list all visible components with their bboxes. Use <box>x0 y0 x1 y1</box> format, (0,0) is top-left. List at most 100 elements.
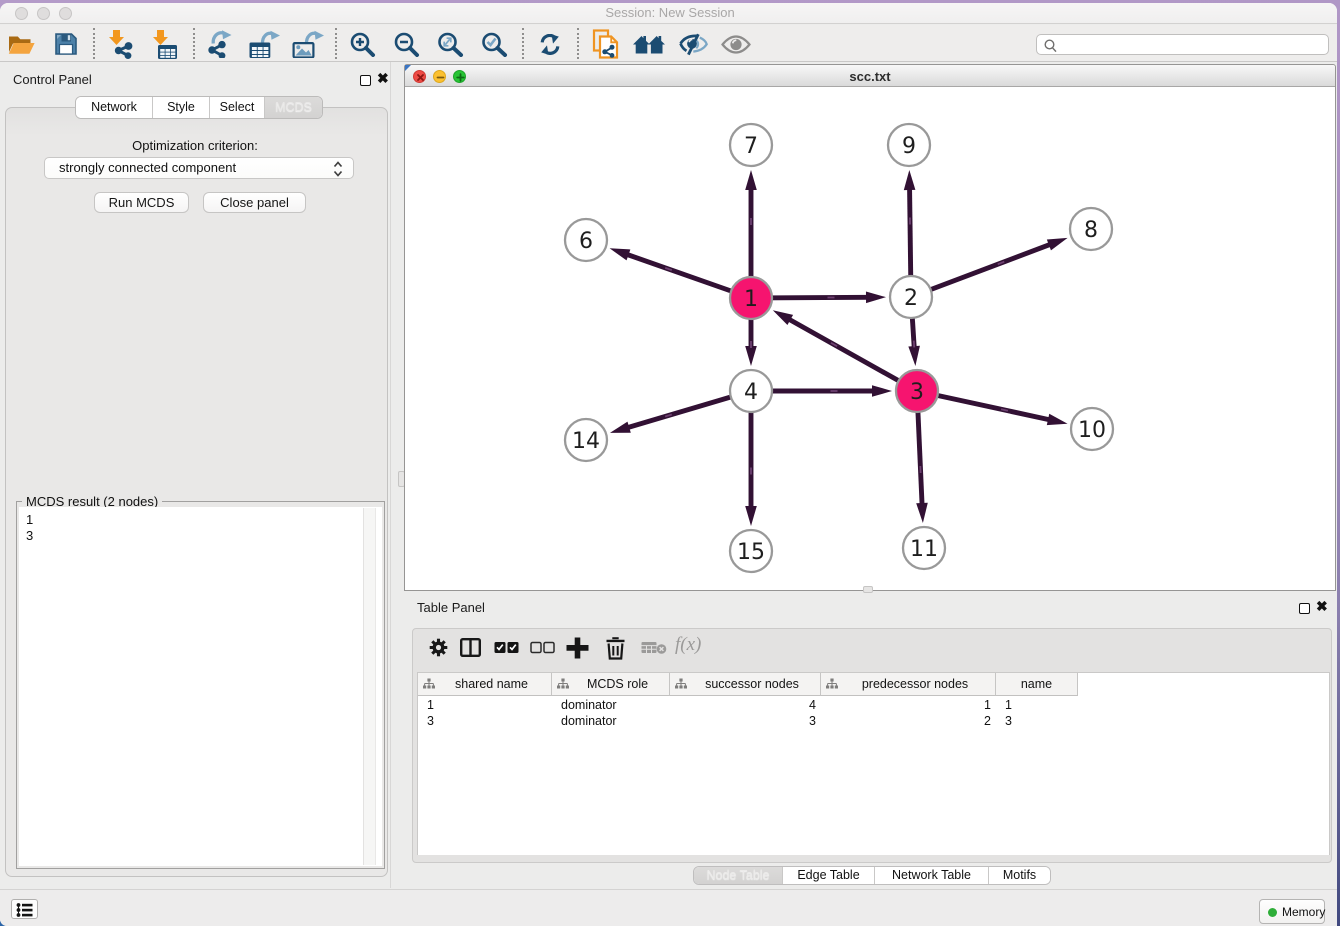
control-panel-title: Control Panel <box>13 72 92 87</box>
dropdown-chevrons-icon <box>333 161 343 177</box>
graph-node-label: 4 <box>744 380 758 405</box>
table-cell: 3 <box>1005 714 1012 728</box>
memory-status-dot <box>1268 908 1277 917</box>
graph-arrowhead <box>610 422 631 433</box>
graph-arrowhead <box>872 385 892 397</box>
graph-arrowhead <box>916 503 928 523</box>
tab-network[interactable]: Network <box>76 97 153 118</box>
optimization-criterion-label: Optimization criterion: <box>0 138 390 153</box>
table-panel: Table Panel ✖ <box>406 596 1337 888</box>
column-header-successor-nodes[interactable]: successor nodes <box>670 673 821 696</box>
first-neighbors-icon[interactable] <box>633 33 665 55</box>
function-builder-icon[interactable]: f(x) <box>675 634 711 658</box>
save-session-icon[interactable] <box>54 32 78 56</box>
tab-node-table[interactable]: Node Table <box>694 867 783 884</box>
close-table-panel-icon[interactable]: ✖ <box>1316 601 1328 612</box>
table-cell: 4 <box>670 698 816 712</box>
refresh-icon[interactable] <box>540 34 560 55</box>
tab-edge-table[interactable]: Edge Table <box>783 867 875 884</box>
desktop-background: Session: New Session <box>0 0 1340 926</box>
close-panel-button[interactable]: Close panel <box>203 192 306 213</box>
delete-column-icon[interactable] <box>641 641 667 654</box>
zoom-out-icon[interactable] <box>394 32 420 57</box>
graph-node-label: 8 <box>1084 218 1098 243</box>
column-header-MCDS-role[interactable]: MCDS role <box>552 673 670 696</box>
run-mcds-button[interactable]: Run MCDS <box>94 192 189 213</box>
zoom-selected-icon[interactable] <box>481 32 508 57</box>
tab-select[interactable]: Select <box>210 97 265 118</box>
graph-arrowhead <box>773 310 793 325</box>
add-icon[interactable] <box>565 636 590 660</box>
mcds-result-text[interactable]: 13 <box>19 507 382 866</box>
graph-node-label: 9 <box>902 134 916 159</box>
graph-arrowhead <box>610 248 631 260</box>
tab-motifs[interactable]: Motifs <box>989 867 1050 884</box>
table-container: f(x) shared nameMCDS rolesuccessor nodes… <box>412 628 1332 863</box>
column-header-shared-name[interactable]: shared name <box>418 673 552 696</box>
close-panel-icon[interactable]: ✖ <box>377 73 389 84</box>
export-network-icon[interactable] <box>207 30 233 58</box>
float-panel-icon[interactable] <box>360 73 371 91</box>
zoom-in-icon[interactable] <box>350 32 376 57</box>
table-cell: 3 <box>670 714 816 728</box>
graph-arrowhead <box>745 346 757 366</box>
list-icon <box>16 903 33 917</box>
import-network-icon[interactable] <box>104 30 134 59</box>
export-image-icon[interactable] <box>292 30 328 58</box>
show-icon[interactable] <box>721 35 751 54</box>
control-panel: Control Panel ✖ Network Style Select MCD… <box>0 62 391 888</box>
window-title: Session: New Session <box>0 5 1337 20</box>
memory-button[interactable]: Memory <box>1259 899 1325 924</box>
network-canvas[interactable]: 1234678910111415 <box>406 88 1335 590</box>
graph-node-label: 7 <box>744 134 758 159</box>
clone-network-icon[interactable] <box>592 29 620 59</box>
hide-icon[interactable] <box>676 33 708 56</box>
tab-style[interactable]: Style <box>153 97 210 118</box>
graph-node-label: 6 <box>579 229 593 254</box>
graph-arrowhead <box>745 506 757 526</box>
columns-icon[interactable] <box>460 638 481 657</box>
graph-arrowhead <box>1047 414 1068 425</box>
tab-network-table[interactable]: Network Table <box>875 867 989 884</box>
application-window: Session: New Session <box>0 3 1337 926</box>
table-panel-tabs: Node Table Edge Table Network Table Moti… <box>693 866 1051 885</box>
open-session-icon[interactable] <box>8 33 35 56</box>
zoom-fit-icon[interactable] <box>437 32 464 57</box>
task-history-button[interactable] <box>11 899 38 919</box>
graph-arrowhead <box>1047 238 1068 250</box>
node-table: shared nameMCDS rolesuccessor nodesprede… <box>417 672 1330 855</box>
memory-label: Memory <box>1282 905 1325 919</box>
delete-icon[interactable] <box>604 636 627 660</box>
import-table-icon[interactable] <box>150 30 178 59</box>
column-header-name[interactable]: name <box>996 673 1078 696</box>
column-header-predecessor-nodes[interactable]: predecessor nodes <box>821 673 996 696</box>
criterion-dropdown[interactable]: strongly connected component <box>44 157 354 179</box>
graph-edge-2-8[interactable] <box>911 244 1051 297</box>
table-cell: dominator <box>561 714 617 728</box>
table-header: shared nameMCDS rolesuccessor nodesprede… <box>418 673 1078 696</box>
graph-arrowhead <box>745 170 757 190</box>
select-all-icon[interactable] <box>494 641 519 654</box>
network-window-title: scc.txt <box>405 69 1335 84</box>
status-bar: Memory <box>0 889 1337 926</box>
export-table-icon[interactable] <box>249 30 280 58</box>
splitter-handle-horizontal[interactable] <box>863 586 873 593</box>
network-view-window: scc.txt 1234678910111415 <box>404 64 1336 591</box>
deselect-all-icon[interactable] <box>530 641 555 654</box>
table-cell: 3 <box>427 714 434 728</box>
mcds-scrollbar[interactable] <box>363 508 376 865</box>
search-field[interactable] <box>1036 34 1329 55</box>
graph-node-label: 1 <box>744 287 758 312</box>
tab-mcds[interactable]: MCDS <box>265 97 322 118</box>
table-row[interactable]: 1dominator411 <box>418 697 1329 713</box>
window-titlebar: Session: New Session <box>0 3 1337 24</box>
network-graph: 1234678910111415 <box>406 88 1335 590</box>
table-cell: dominator <box>561 698 617 712</box>
table-row[interactable]: 3dominator323 <box>418 713 1329 729</box>
main-toolbar <box>0 25 1337 62</box>
graph-arrowhead <box>866 291 886 303</box>
gear-icon[interactable] <box>429 638 448 657</box>
control-panel-tabs: Network Style Select MCDS <box>75 96 323 119</box>
table-cell: 1 <box>1005 698 1012 712</box>
float-table-panel-icon[interactable] <box>1299 601 1310 619</box>
